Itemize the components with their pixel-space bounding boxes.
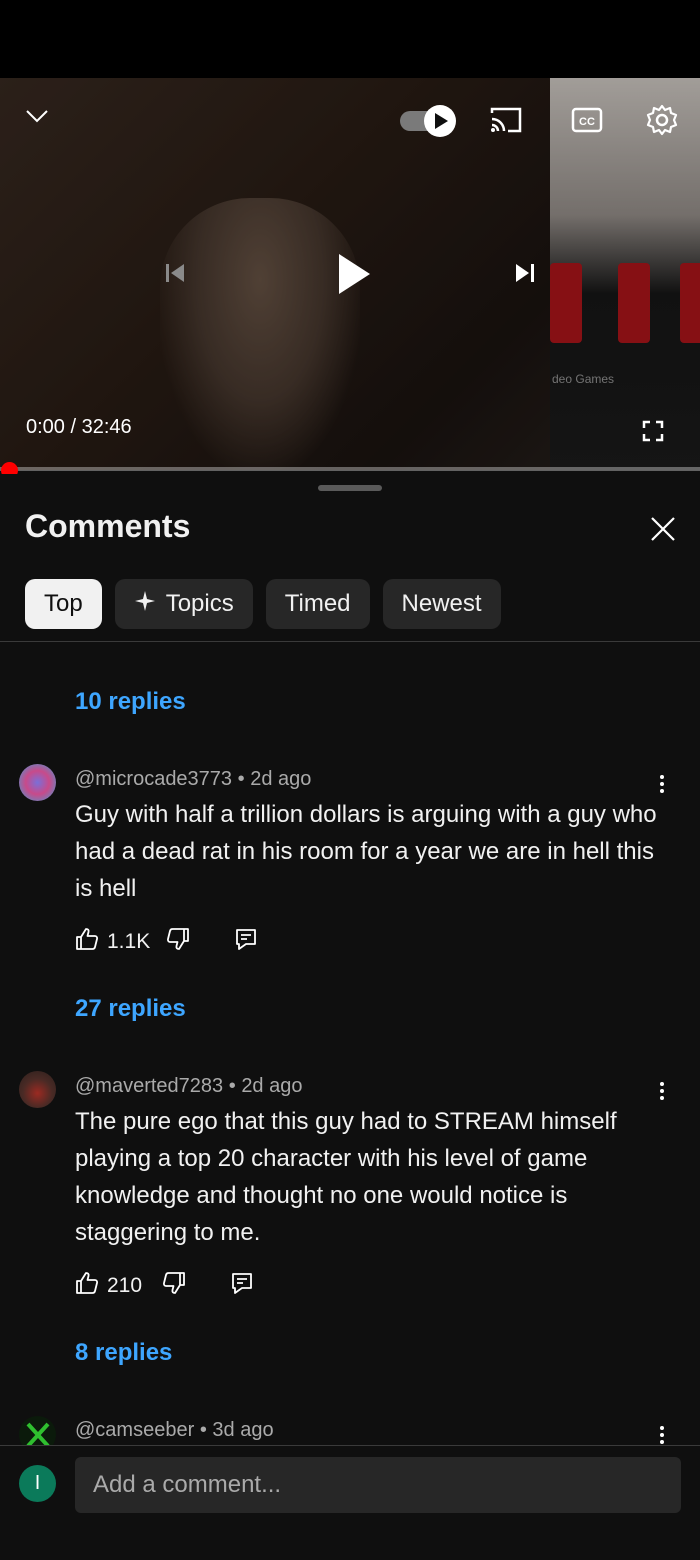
add-comment-input[interactable]: Add a comment...	[75, 1457, 681, 1513]
duration: 32:46	[81, 416, 132, 438]
comment-age: 2d ago	[250, 768, 312, 790]
like-count: 210	[107, 1274, 143, 1297]
filter-label: Topics	[165, 590, 234, 617]
fullscreen-icon[interactable]	[640, 418, 666, 444]
settings-gear-icon[interactable]	[644, 102, 680, 138]
close-icon[interactable]	[648, 514, 678, 544]
more-options-icon[interactable]	[655, 1081, 669, 1101]
cast-icon[interactable]	[488, 104, 524, 136]
next-icon[interactable]	[510, 258, 540, 288]
svg-text:CC: CC	[579, 116, 595, 128]
filter-newest[interactable]: Newest	[382, 579, 501, 629]
view-replies-link[interactable]: 27 replies	[75, 995, 186, 1023]
comment-meta: @camseeber • 3d ago	[75, 1419, 274, 1441]
view-replies-link[interactable]: 8 replies	[75, 1339, 172, 1367]
time-display: 0:00 / 32:46	[26, 416, 132, 439]
reply-icon[interactable]	[230, 1271, 254, 1301]
time-separator: /	[70, 416, 77, 438]
avatar[interactable]	[19, 764, 56, 801]
comment-text: The pure ego that this guy had to STREAM…	[75, 1108, 617, 1246]
comment-text: Guy with half a trillion dollars is argu…	[75, 801, 657, 902]
filter-label: Top	[44, 590, 83, 617]
comment-age: 3d ago	[212, 1419, 274, 1441]
video-player[interactable]: deo Games CC 0:00 / 32:46	[0, 78, 700, 470]
comments-list[interactable]: 10 replies @microcade3773 • 2d ago Guy w…	[0, 642, 700, 1445]
comments-title: Comments	[25, 508, 191, 544]
comment-author[interactable]: @camseeber	[75, 1419, 194, 1441]
filter-label: Newest	[401, 590, 482, 617]
comment-filters: Top Topics Timed Newest	[25, 579, 501, 629]
more-options-icon[interactable]	[655, 774, 669, 794]
sparkle-icon	[134, 590, 156, 619]
avatar[interactable]	[19, 1416, 56, 1445]
drag-handle[interactable]	[318, 485, 382, 491]
comment-actions: 210	[75, 1271, 254, 1301]
user-avatar[interactable]: I	[19, 1465, 56, 1502]
add-comment-placeholder: Add a comment...	[93, 1471, 282, 1498]
comment-age: 2d ago	[241, 1075, 303, 1097]
user-initial: I	[34, 1472, 41, 1494]
dislike-icon[interactable]	[166, 927, 190, 957]
filter-label: Timed	[284, 590, 351, 617]
comment-meta: @maverted7283 • 2d ago	[75, 1075, 303, 1097]
play-icon[interactable]	[330, 248, 376, 300]
view-replies-link[interactable]: 10 replies	[75, 688, 186, 716]
like-icon[interactable]	[75, 1271, 99, 1301]
autoplay-toggle[interactable]	[398, 104, 458, 138]
reply-icon[interactable]	[234, 927, 258, 957]
dislike-icon[interactable]	[162, 1271, 186, 1301]
comment-actions: 1.1K	[75, 927, 258, 957]
filter-topics[interactable]: Topics	[114, 579, 253, 629]
minimize-chevron-icon[interactable]	[22, 104, 52, 128]
comment-author[interactable]: @microcade3773	[75, 768, 232, 790]
comment-meta: @microcade3773 • 2d ago	[75, 768, 312, 790]
previous-icon	[160, 258, 190, 288]
comment-author[interactable]: @maverted7283	[75, 1075, 223, 1097]
like-icon[interactable]	[75, 927, 99, 957]
more-options-icon[interactable]	[655, 1425, 669, 1445]
avatar[interactable]	[19, 1071, 56, 1108]
filter-timed[interactable]: Timed	[265, 579, 370, 629]
status-bar	[0, 0, 700, 78]
filter-top[interactable]: Top	[25, 579, 102, 629]
captions-icon[interactable]: CC	[570, 104, 604, 136]
current-time: 0:00	[26, 416, 65, 438]
progress-bar[interactable]	[0, 467, 700, 471]
like-count: 1.1K	[107, 930, 151, 953]
